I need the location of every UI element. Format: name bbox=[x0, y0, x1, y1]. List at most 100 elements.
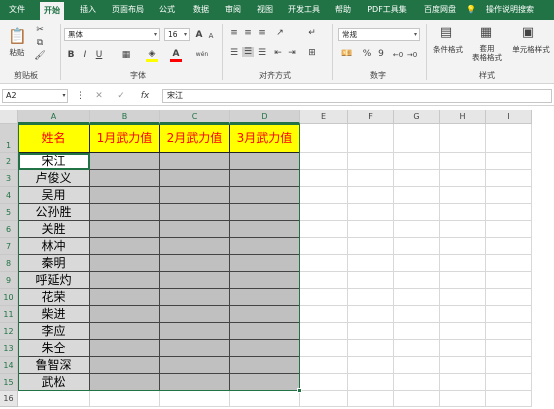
data-cell[interactable] bbox=[230, 357, 300, 374]
tab-9[interactable]: 帮助 bbox=[330, 0, 356, 20]
currency-icon[interactable]: 💴 bbox=[340, 49, 354, 59]
empty-cell[interactable] bbox=[486, 153, 532, 170]
font-family-select[interactable]: 黑体 ▾ bbox=[64, 28, 160, 41]
chevron-down-icon[interactable]: ▾ bbox=[60, 91, 68, 101]
bold-button[interactable]: B bbox=[66, 50, 76, 60]
align-center-icon[interactable]: ☰ bbox=[242, 47, 254, 57]
name-cell[interactable]: 秦明 bbox=[18, 255, 90, 272]
empty-cell[interactable] bbox=[486, 255, 532, 272]
name-cell[interactable]: 关胜 bbox=[18, 221, 90, 238]
data-cell[interactable] bbox=[90, 323, 160, 340]
name-cell[interactable]: 花荣 bbox=[18, 289, 90, 306]
underline-button[interactable]: U bbox=[94, 50, 104, 60]
empty-cell[interactable] bbox=[486, 187, 532, 204]
decrease-indent-icon[interactable]: ⇤ bbox=[272, 48, 284, 58]
data-cell[interactable] bbox=[160, 289, 230, 306]
data-cell[interactable] bbox=[230, 272, 300, 289]
empty-cell[interactable] bbox=[394, 221, 440, 238]
grow-font-icon[interactable]: A bbox=[194, 30, 204, 40]
empty-cell[interactable] bbox=[348, 221, 394, 238]
empty-cell[interactable] bbox=[160, 391, 230, 407]
data-cell[interactable] bbox=[90, 357, 160, 374]
row-header-12[interactable]: 12 bbox=[0, 323, 18, 340]
row-header-4[interactable]: 4 bbox=[0, 187, 18, 204]
empty-cell[interactable] bbox=[348, 255, 394, 272]
empty-cell[interactable] bbox=[348, 340, 394, 357]
data-cell[interactable] bbox=[90, 340, 160, 357]
column-header-h[interactable]: H bbox=[440, 110, 486, 124]
empty-cell[interactable] bbox=[394, 357, 440, 374]
row-header-16[interactable]: 16 bbox=[0, 391, 18, 407]
data-cell[interactable] bbox=[160, 187, 230, 204]
data-cell[interactable] bbox=[230, 221, 300, 238]
column-header-c[interactable]: C bbox=[160, 110, 230, 124]
column-header-e[interactable]: E bbox=[300, 110, 348, 124]
empty-cell[interactable] bbox=[486, 170, 532, 187]
orientation-icon[interactable]: ↗ bbox=[274, 28, 286, 38]
row-header-14[interactable]: 14 bbox=[0, 357, 18, 374]
data-cell[interactable] bbox=[160, 153, 230, 170]
empty-cell[interactable] bbox=[348, 306, 394, 323]
tab-2[interactable]: 插入 bbox=[76, 0, 100, 20]
empty-cell[interactable] bbox=[348, 323, 394, 340]
row-header-2[interactable]: 2 bbox=[0, 153, 18, 170]
shrink-font-icon[interactable]: A bbox=[206, 31, 216, 41]
empty-cell[interactable] bbox=[300, 221, 348, 238]
empty-cell[interactable] bbox=[394, 272, 440, 289]
empty-cell[interactable] bbox=[300, 187, 348, 204]
cell-styles-button[interactable]: 单元格样式 bbox=[508, 44, 554, 55]
empty-cell[interactable] bbox=[486, 340, 532, 357]
tab-6[interactable]: 审阅 bbox=[220, 0, 246, 20]
font-color-button[interactable]: A bbox=[170, 49, 182, 62]
empty-cell[interactable] bbox=[394, 187, 440, 204]
empty-cell[interactable] bbox=[348, 374, 394, 391]
name-cell[interactable]: 武松 bbox=[18, 374, 90, 391]
data-cell[interactable] bbox=[160, 340, 230, 357]
phonetic-icon[interactable]: wén bbox=[192, 50, 212, 60]
empty-cell[interactable] bbox=[440, 323, 486, 340]
empty-cell[interactable] bbox=[300, 323, 348, 340]
name-cell[interactable]: 柴进 bbox=[18, 306, 90, 323]
row-header-13[interactable]: 13 bbox=[0, 340, 18, 357]
data-cell[interactable] bbox=[230, 170, 300, 187]
empty-cell[interactable] bbox=[440, 204, 486, 221]
empty-cell[interactable] bbox=[486, 124, 532, 153]
data-cell[interactable] bbox=[90, 374, 160, 391]
data-cell[interactable] bbox=[230, 238, 300, 255]
empty-cell[interactable] bbox=[90, 391, 160, 407]
empty-cell[interactable] bbox=[440, 374, 486, 391]
data-cell[interactable] bbox=[230, 255, 300, 272]
align-middle-icon[interactable]: ≡ bbox=[242, 28, 254, 38]
data-cell[interactable] bbox=[90, 238, 160, 255]
data-cell[interactable] bbox=[230, 289, 300, 306]
empty-cell[interactable] bbox=[348, 153, 394, 170]
empty-cell[interactable] bbox=[440, 238, 486, 255]
font-size-select[interactable]: 16 ▾ bbox=[164, 28, 190, 41]
empty-cell[interactable] bbox=[440, 306, 486, 323]
row-header-7[interactable]: 7 bbox=[0, 238, 18, 255]
tab-5[interactable]: 数据 bbox=[188, 0, 214, 20]
empty-cell[interactable] bbox=[440, 170, 486, 187]
empty-cell[interactable] bbox=[300, 374, 348, 391]
empty-cell[interactable] bbox=[348, 357, 394, 374]
empty-cell[interactable] bbox=[486, 357, 532, 374]
empty-cell[interactable] bbox=[300, 272, 348, 289]
tab-3[interactable]: 页面布局 bbox=[108, 0, 148, 20]
data-cell[interactable] bbox=[230, 323, 300, 340]
format-as-table-button[interactable]: 套用 表格格式 bbox=[468, 44, 506, 62]
data-cell[interactable] bbox=[160, 306, 230, 323]
empty-cell[interactable] bbox=[440, 357, 486, 374]
paste-button[interactable]: 粘贴 bbox=[6, 47, 28, 58]
row-header-10[interactable]: 10 bbox=[0, 289, 18, 306]
column-header-i[interactable]: I bbox=[486, 110, 532, 124]
column-header-g[interactable]: G bbox=[394, 110, 440, 124]
data-cell[interactable] bbox=[90, 289, 160, 306]
conditional-format-icon[interactable]: ▤ bbox=[438, 25, 454, 41]
tab-1[interactable]: 开始 bbox=[40, 2, 64, 20]
data-cell[interactable] bbox=[160, 221, 230, 238]
row-header-8[interactable]: 8 bbox=[0, 255, 18, 272]
data-cell[interactable] bbox=[90, 255, 160, 272]
empty-cell[interactable] bbox=[348, 124, 394, 153]
empty-cell[interactable] bbox=[394, 323, 440, 340]
empty-cell[interactable] bbox=[394, 170, 440, 187]
